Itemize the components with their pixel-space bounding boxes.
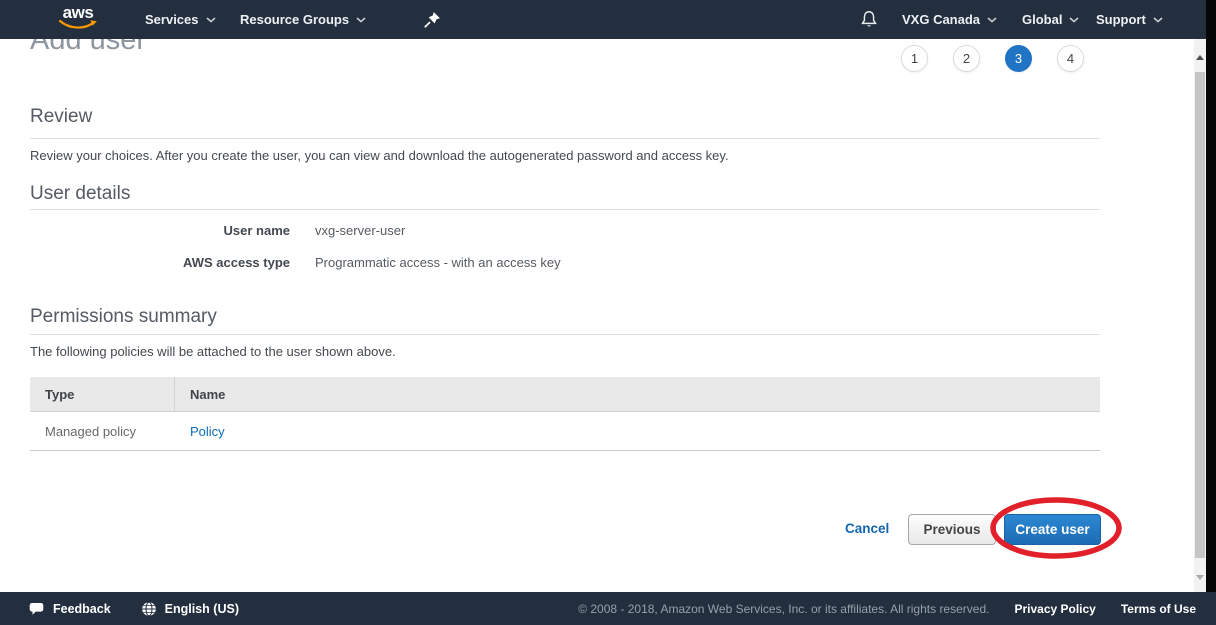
footer-left-group: Feedback English (US): [28, 592, 239, 625]
wizard-step-indicator: 1 2 3 4: [901, 45, 1084, 72]
chevron-down-icon: [1069, 17, 1079, 23]
nav-account-menu[interactable]: VXG Canada: [902, 0, 997, 39]
nav-services-menu[interactable]: Services: [145, 0, 216, 39]
scrollbar-up-arrow[interactable]: [1196, 55, 1204, 60]
language-selector[interactable]: English (US): [141, 601, 239, 617]
chevron-down-icon: [987, 17, 997, 23]
pushpin-icon: [424, 11, 441, 28]
nav-account-label: VXG Canada: [902, 12, 980, 27]
feedback-button[interactable]: Feedback: [28, 601, 111, 617]
step-3-active: 3: [1005, 45, 1032, 72]
nav-support-label: Support: [1096, 12, 1146, 27]
privacy-policy-link[interactable]: Privacy Policy: [1014, 602, 1095, 616]
cancel-button[interactable]: Cancel: [845, 521, 889, 536]
screen-edge-strip: [1206, 0, 1216, 625]
step-1: 1: [901, 45, 928, 72]
review-description: Review your choices. After you create th…: [30, 148, 729, 163]
terms-of-use-link[interactable]: Terms of Use: [1121, 602, 1196, 616]
top-navbar: aws Services Resource Groups: [0, 0, 1216, 39]
copyright-text: © 2008 - 2018, Amazon Web Services, Inc.…: [578, 602, 989, 616]
chevron-down-icon: [1153, 17, 1163, 23]
language-label: English (US): [165, 602, 239, 616]
create-user-button[interactable]: Create user: [1004, 514, 1101, 545]
nav-support-menu[interactable]: Support: [1096, 0, 1163, 39]
policy-type-cell: Managed policy: [30, 424, 175, 439]
pin-shortcut-button[interactable]: [424, 0, 441, 39]
divider: [30, 209, 1100, 210]
step-4: 4: [1057, 45, 1084, 72]
aws-logo[interactable]: aws: [56, 4, 100, 30]
access-type-label: AWS access type: [30, 255, 290, 270]
policy-link[interactable]: Policy: [190, 424, 225, 439]
feedback-label: Feedback: [53, 602, 111, 616]
user-details-heading: User details: [30, 183, 130, 205]
access-type-value: Programmatic access - with an access key: [315, 255, 561, 270]
page-title-clip: Add user: [30, 39, 330, 67]
page-title: Add user: [30, 39, 330, 56]
table-row: Managed policy Policy: [30, 412, 1100, 451]
permissions-table-header: Type Name: [30, 377, 1100, 412]
previous-button[interactable]: Previous: [908, 514, 996, 545]
nav-services-label: Services: [145, 12, 199, 27]
review-heading: Review: [30, 106, 92, 128]
divider: [30, 138, 1100, 139]
nav-resource-groups-label: Resource Groups: [240, 12, 349, 27]
nav-region-menu[interactable]: Global: [1022, 0, 1079, 39]
speech-bubble-icon: [28, 601, 45, 617]
scrollbar-down-arrow[interactable]: [1196, 575, 1204, 580]
footer-bar: Feedback English (US) © 2008 - 2018, Ama…: [0, 592, 1216, 625]
user-name-label: User name: [30, 223, 290, 238]
aws-console-window: aws Services Resource Groups: [0, 0, 1216, 625]
permissions-summary-heading: Permissions summary: [30, 306, 217, 328]
globe-icon: [141, 601, 157, 617]
nav-resource-groups-menu[interactable]: Resource Groups: [240, 0, 366, 39]
user-name-value: vxg-server-user: [315, 223, 405, 238]
step-2: 2: [953, 45, 980, 72]
permissions-description: The following policies will be attached …: [30, 344, 396, 359]
divider: [30, 334, 1100, 335]
scrollbar-thumb[interactable]: [1195, 72, 1205, 558]
chevron-down-icon: [356, 17, 366, 23]
notifications-button[interactable]: [860, 0, 878, 39]
footer-right-group: © 2008 - 2018, Amazon Web Services, Inc.…: [578, 592, 1196, 625]
bell-icon: [860, 10, 878, 29]
permissions-table: Type Name Managed policy Policy: [30, 377, 1100, 451]
column-header-name: Name: [190, 387, 225, 402]
chevron-down-icon: [206, 17, 216, 23]
column-header-type: Type: [45, 387, 74, 402]
nav-region-label: Global: [1022, 12, 1062, 27]
